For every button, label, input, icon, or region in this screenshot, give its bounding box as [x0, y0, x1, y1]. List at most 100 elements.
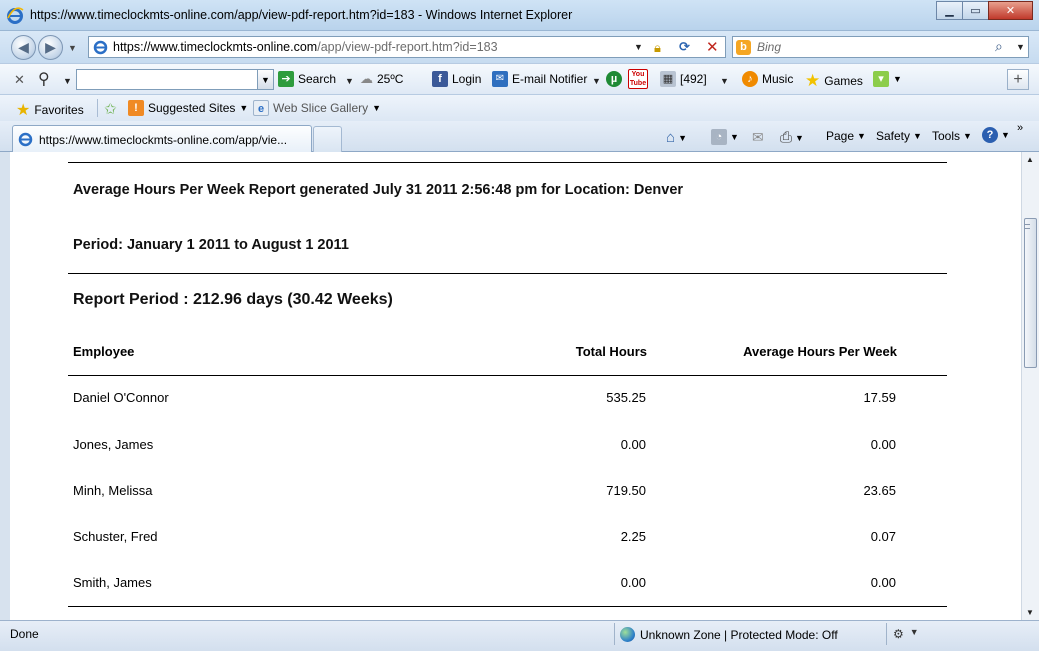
- vertical-scrollbar[interactable]: ▲ ▼: [1021, 152, 1039, 620]
- total-hours: 2.25: [620, 529, 646, 544]
- employee-name: Jones, James: [73, 437, 154, 452]
- window-title-bar[interactable]: https://www.timeclockmts-online.com/app/…: [0, 0, 1039, 31]
- chevron-down-icon: ▼: [730, 132, 739, 142]
- average-hours: 17.59: [863, 390, 896, 405]
- toolbar-search-combo-button[interactable]: ▼: [257, 69, 274, 90]
- average-hours: 0.00: [870, 437, 896, 452]
- help-button[interactable]: ? ▼: [982, 127, 1010, 143]
- toolbar-search-icon[interactable]: ⚲: [38, 69, 50, 89]
- stop-icon[interactable]: ✕: [706, 38, 719, 56]
- music-button[interactable]: ♪ Music: [742, 71, 793, 87]
- safety-menu[interactable]: Safety ▼: [876, 129, 922, 143]
- toolbar-search-input[interactable]: [76, 69, 258, 90]
- add-to-favorites-button[interactable]: ✩: [104, 100, 117, 118]
- divider: [886, 623, 887, 645]
- email-notifier-button[interactable]: ✉ E-mail Notifier: [492, 71, 587, 87]
- window-title: https://www.timeclockmts-online.com/app/…: [30, 8, 573, 22]
- mail-count-dropdown-icon[interactable]: ▼: [720, 76, 729, 86]
- security-zone[interactable]: Unknown Zone | Protected Mode: Off: [620, 627, 838, 642]
- total-hours: 0.00: [620, 437, 646, 452]
- refresh-icon[interactable]: ⟳: [679, 39, 690, 55]
- games-button[interactable]: ★ Games: [805, 71, 863, 91]
- total-hours: 719.50: [606, 483, 646, 498]
- close-window-button[interactable]: ✕: [988, 1, 1033, 20]
- print-button[interactable]: ⎙ ▼: [780, 129, 804, 146]
- suggested-sites-button[interactable]: ! Suggested Sites ▼: [128, 100, 248, 116]
- utorrent-button[interactable]: µ: [606, 71, 622, 87]
- scrollbar-grip-icon: [1025, 224, 1030, 229]
- favorites-button[interactable]: ★ Favorites: [16, 100, 84, 120]
- minimize-button[interactable]: ▁: [936, 1, 963, 20]
- web-slice-gallery-button[interactable]: e Web Slice Gallery ▼: [253, 100, 381, 116]
- report-period-summary: Report Period : 212.96 days (30.42 Weeks…: [73, 291, 393, 308]
- facebook-login-button[interactable]: f Login: [432, 71, 481, 87]
- column-header-average-hours: Average Hours Per Week: [743, 344, 897, 359]
- page-ie-icon: [18, 132, 33, 147]
- globe-icon: [620, 627, 635, 642]
- back-button[interactable]: ◀: [11, 35, 36, 60]
- table-row: Schuster, Fred 2.25 0.07: [68, 529, 947, 549]
- average-hours: 0.00: [870, 575, 896, 590]
- weather-widget[interactable]: ☁ 25ºC: [360, 71, 403, 87]
- employee-name: Smith, James: [73, 575, 152, 590]
- recent-pages-dropdown-icon[interactable]: ▼: [68, 43, 77, 53]
- divider: [614, 623, 615, 645]
- star-icon: ★: [16, 102, 31, 119]
- scroll-down-arrow-icon[interactable]: ▼: [1026, 608, 1034, 617]
- maximize-button[interactable]: ▭: [962, 1, 989, 20]
- toolbar-search-button[interactable]: ➔ Search: [278, 71, 336, 87]
- employee-name: Minh, Melissa: [73, 483, 153, 498]
- lock-icon[interactable]: 🔒︎: [654, 40, 661, 56]
- forward-button[interactable]: ▶: [38, 35, 63, 60]
- mail-count-icon: ▦: [660, 71, 676, 87]
- scroll-up-arrow-icon[interactable]: ▲: [1026, 155, 1034, 164]
- search-dropdown-icon[interactable]: ▼: [345, 76, 354, 86]
- tab-active[interactable]: https://www.timeclockmts-online.com/app/…: [12, 125, 312, 152]
- home-button[interactable]: ⌂ ▼: [666, 129, 687, 146]
- bing-search-box[interactable]: b Bing ⌕ ▼: [732, 36, 1029, 58]
- total-hours: 0.00: [620, 575, 646, 590]
- add-toolbar-button[interactable]: +: [1007, 69, 1029, 90]
- youtube-button[interactable]: You Tube: [628, 69, 648, 89]
- zoom-control[interactable]: ⚙ ▼: [893, 627, 919, 641]
- search-icon[interactable]: ⌕: [995, 38, 1003, 55]
- toolbar-search-dropdown-icon[interactable]: ▼: [63, 76, 72, 86]
- mail-count-button[interactable]: ▦ [492]: [660, 71, 707, 87]
- bing-search-placeholder[interactable]: Bing: [757, 40, 781, 54]
- read-mail-button[interactable]: ✉: [752, 129, 764, 146]
- arrow-left-icon: ◀: [18, 39, 29, 55]
- close-toolbar-icon[interactable]: ✕: [14, 72, 25, 88]
- address-url[interactable]: https://www.timeclockmts-online.com/app/…: [113, 40, 498, 54]
- page-content: Average Hours Per Week Report generated …: [0, 152, 1039, 620]
- status-bar: Done Unknown Zone | Protected Mode: Off …: [0, 620, 1039, 651]
- tab-title: https://www.timeclockmts-online.com/app/…: [39, 133, 288, 147]
- help-icon: ?: [982, 127, 998, 143]
- feeds-button[interactable]: ◔ ▼: [711, 129, 739, 145]
- chevron-down-icon: ▼: [909, 627, 919, 637]
- search-options-dropdown-icon[interactable]: ▼: [1016, 42, 1025, 52]
- tools-menu[interactable]: Tools ▼: [932, 129, 972, 143]
- new-tab-button[interactable]: [313, 126, 342, 152]
- addon-bag-icon: ▾: [873, 71, 889, 87]
- address-bar[interactable]: https://www.timeclockmts-online.com/app/…: [88, 36, 726, 58]
- close-icon: ✕: [1005, 5, 1016, 17]
- minimize-icon: ▁: [945, 5, 954, 17]
- chevron-down-icon: ▼: [963, 131, 972, 141]
- addon-dropdown-icon: ▼: [893, 74, 902, 84]
- scrollbar-thumb[interactable]: [1024, 218, 1037, 368]
- facebook-icon: f: [432, 71, 448, 87]
- address-dropdown-icon[interactable]: ▼: [634, 42, 643, 52]
- youtube-icon: You Tube: [628, 69, 648, 89]
- favorites-bar: ★ Favorites ✩ ! Suggested Sites ▼ e Web …: [0, 95, 1039, 121]
- divider: [68, 273, 947, 274]
- suggested-sites-icon: !: [128, 100, 144, 116]
- addon-button[interactable]: ▾ ▼: [873, 71, 902, 87]
- chevron-down-icon: ▼: [372, 103, 382, 113]
- chevron-down-icon: ▼: [913, 131, 922, 141]
- page-menu[interactable]: Page ▼: [826, 129, 866, 143]
- more-commands-button[interactable]: »: [1017, 122, 1023, 134]
- average-hours: 0.07: [870, 529, 896, 544]
- music-icon: ♪: [742, 71, 758, 87]
- email-notifier-dropdown-icon[interactable]: ▼: [592, 76, 601, 86]
- address-row: ◀ ▶ ▼ https://www.timeclockmts-online.co…: [0, 31, 1039, 63]
